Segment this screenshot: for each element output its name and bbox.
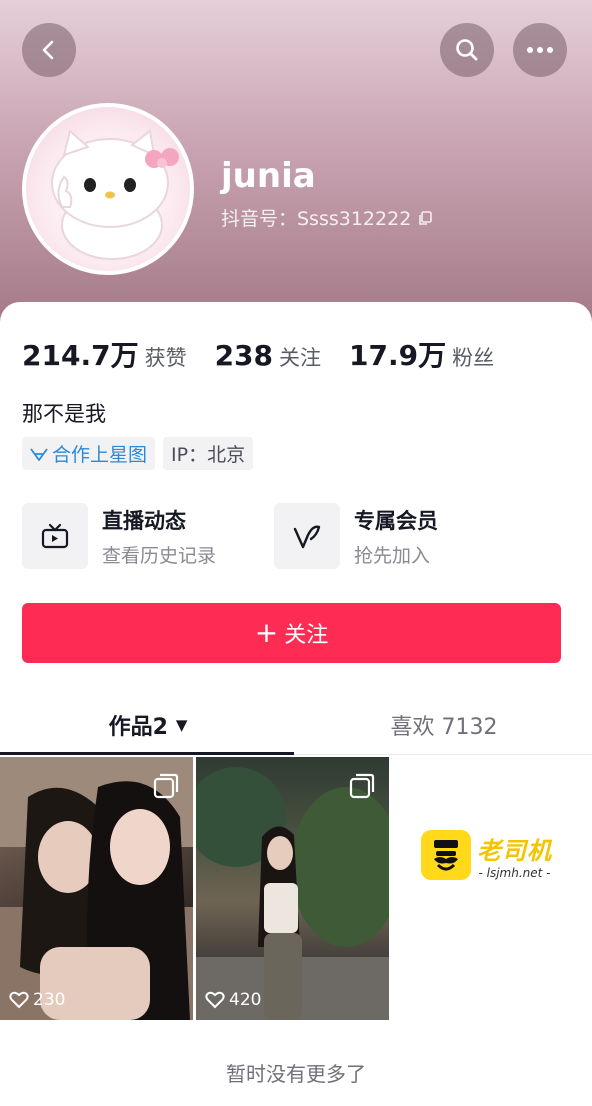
profile-stats: 214.7万 获赞 238 关注 17.9万 粉丝 (22, 334, 522, 374)
live-activity-text: 直播动态 查看历史记录 (102, 505, 216, 568)
stat-followers[interactable]: 17.9万 粉丝 (349, 334, 494, 374)
video-thumbnail[interactable]: 230 (0, 757, 193, 1020)
content-tabs: 作品2 ▼ 喜欢 7132 (0, 695, 592, 755)
watermark-brand: 老司机 (477, 836, 552, 865)
video-thumbnail[interactable]: 420 (196, 757, 389, 1020)
stat-likes-value: 214.7万 (22, 339, 139, 372)
watermark-logo-icon (421, 830, 471, 880)
stat-followers-value: 17.9万 (349, 339, 447, 372)
tab-likes-label: 喜欢 7132 (390, 715, 498, 740)
xingtu-tag[interactable]: 合作上星图 (22, 437, 156, 470)
exclusive-member-text: 专属会员 抢先加入 (354, 505, 438, 568)
ip-location-label: IP：北京 (171, 444, 246, 466)
caret-down-icon: ▼ (175, 716, 188, 734)
site-watermark: 老司机 - lsjmh.net - (421, 825, 581, 885)
video-like-count-value: 230 (33, 990, 66, 1010)
stat-following-label: 关注 (279, 346, 322, 370)
tab-works-label: 作品2 (108, 715, 168, 740)
bio-text: 那不是我 (22, 402, 106, 426)
tv-icon (41, 523, 69, 549)
v-icon (293, 525, 321, 549)
video-like-count: 420 (205, 990, 261, 1010)
stat-following[interactable]: 238 关注 (215, 339, 321, 372)
multi-image-icon (349, 773, 375, 799)
more-button[interactable] (513, 23, 567, 77)
live-activity-entry[interactable]: 直播动态 查看历史记录 (22, 503, 216, 569)
profile-tags: 合作上星图 IP：北京 (22, 437, 254, 470)
stat-likes-label: 获赞 (144, 346, 187, 370)
watermark-url: - lsjmh.net - (478, 865, 551, 880)
douyin-id-text: 抖音号：Ssss312222 (221, 208, 412, 230)
heart-icon (9, 991, 29, 1009)
video-like-count: 230 (9, 990, 65, 1010)
video-like-count-value: 420 (229, 990, 262, 1010)
xingtu-tag-label: 合作上星图 (52, 444, 148, 466)
live-activity-subtitle: 查看历史记录 (102, 544, 217, 567)
active-tab-indicator (0, 752, 294, 755)
feature-icon-box (274, 503, 340, 569)
stat-followers-label: 粉丝 (452, 346, 495, 370)
tab-works[interactable]: 作品2 ▼ (0, 695, 296, 755)
avatar[interactable] (22, 103, 194, 275)
username: junia (221, 156, 316, 196)
chevron-left-icon (42, 40, 54, 60)
follow-button[interactable]: + 关注 (22, 603, 561, 663)
heart-icon (205, 991, 225, 1009)
exclusive-member-title: 专属会员 (354, 508, 438, 533)
multi-image-icon (153, 773, 179, 799)
watermark-text: 老司机 - lsjmh.net - (477, 831, 552, 880)
tab-likes[interactable]: 喜欢 7132 (296, 695, 592, 755)
ip-location-tag: IP：北京 (163, 437, 254, 470)
stat-likes[interactable]: 214.7万 获赞 (22, 334, 187, 374)
exclusive-member-entry[interactable]: 专属会员 抢先加入 (274, 503, 438, 569)
search-button[interactable] (440, 23, 494, 77)
mustache-face-icon (434, 840, 458, 871)
search-icon (456, 39, 478, 61)
copy-icon[interactable] (417, 210, 433, 226)
feature-icon-box (22, 503, 88, 569)
back-button[interactable] (22, 23, 76, 77)
plus-icon: + (254, 616, 279, 649)
exclusive-member-subtitle: 抢先加入 (354, 544, 431, 567)
more-dots-icon (527, 47, 553, 53)
douyin-id: 抖音号：Ssss312222 (221, 204, 433, 231)
stat-following-value: 238 (214, 339, 274, 372)
xingtu-icon (30, 447, 48, 461)
hello-kitty-avatar-icon (51, 129, 179, 260)
follow-button-label: 关注 (284, 623, 329, 648)
live-activity-title: 直播动态 (102, 508, 186, 533)
no-more-content-text: 暂时没有更多了 (226, 1062, 366, 1086)
